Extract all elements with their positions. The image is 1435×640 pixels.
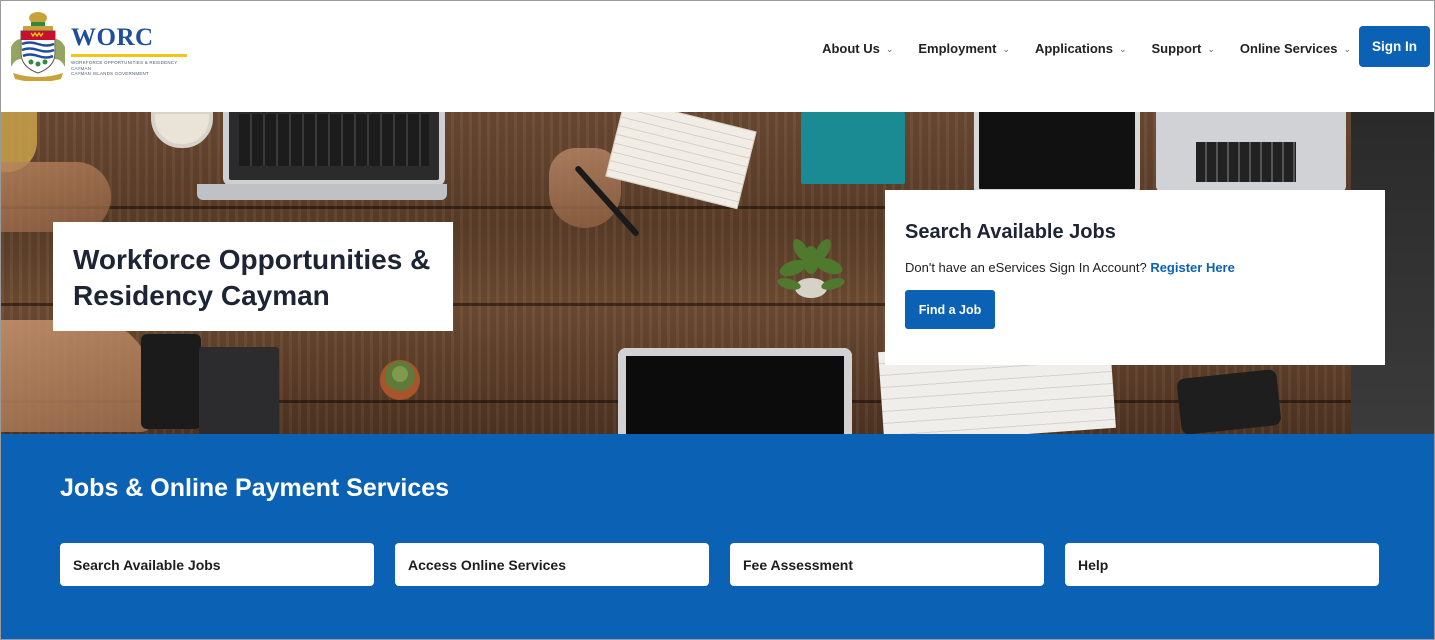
page-frame: WORC Workforce Opportunities & Residency…: [0, 0, 1435, 640]
nav-item-label: Online Services: [1239, 40, 1338, 56]
tile-access-online-services[interactable]: Access Online Services: [395, 543, 709, 586]
logo-subtitle-line1: Workforce Opportunities & Residency Caym…: [71, 60, 178, 71]
nav-support[interactable]: Support ⌄: [1152, 39, 1215, 57]
chevron-down-icon: ⌄: [1002, 43, 1010, 54]
search-jobs-heading: Search Available Jobs: [905, 221, 1116, 243]
register-here-link[interactable]: Register Here: [1150, 260, 1235, 275]
site-logo-link[interactable]: WORC Workforce Opportunities & Residency…: [9, 9, 189, 81]
sign-in-button[interactable]: Sign In: [1359, 26, 1430, 67]
logo-underline: [71, 54, 187, 57]
services-heading: Jobs & Online Payment Services: [60, 474, 450, 502]
nav-applications[interactable]: Applications ⌄: [1035, 39, 1127, 57]
hero-photo-detail: [1, 320, 151, 432]
nav-about-us[interactable]: About Us ⌄: [822, 39, 893, 57]
hero-photo-detail: [801, 112, 905, 184]
tile-search-available-jobs[interactable]: Search Available Jobs: [60, 543, 374, 586]
coat-of-arms-icon: [11, 12, 65, 81]
chevron-down-icon: ⌄: [1118, 43, 1127, 54]
hero-photo-detail: [223, 112, 445, 186]
site-header: WORC Workforce Opportunities & Residency…: [1, 1, 1434, 112]
chevron-down-icon: ⌄: [1343, 43, 1351, 54]
nav-item-label: Applications: [1034, 40, 1113, 56]
hero-photo-detail: [380, 360, 420, 400]
nav-item-label: Employment: [918, 40, 997, 56]
chevron-down-icon: ⌄: [885, 43, 894, 54]
tile-help[interactable]: Help: [1065, 543, 1379, 586]
hero-title-card: Workforce Opportunities & Residency Caym…: [53, 222, 453, 331]
search-jobs-card: Search Available Jobs Don't have an eSer…: [885, 190, 1385, 365]
tile-fee-assessment[interactable]: Fee Assessment: [730, 543, 1044, 586]
nav-online-services[interactable]: Online Services ⌄: [1240, 39, 1351, 57]
hero-photo-detail: [1176, 368, 1282, 434]
hero-title: Workforce Opportunities & Residency Caym…: [73, 244, 431, 311]
find-a-job-button[interactable]: Find a Job: [905, 290, 995, 329]
services-section: Jobs & Online Payment Services Search Av…: [1, 434, 1434, 639]
hero-banner: Workforce Opportunities & Residency Caym…: [1, 112, 1434, 434]
logo-subtitle: Workforce Opportunities & Residency Caym…: [71, 60, 191, 77]
register-prompt-text: Don't have an eServices Sign In Account?: [905, 260, 1147, 275]
services-tiles: Search Available Jobs Access Online Serv…: [60, 543, 1379, 586]
nav-item-label: About Us: [822, 40, 880, 56]
register-prompt: Don't have an eServices Sign In Account?…: [905, 260, 1365, 275]
hero-photo-detail: [777, 239, 845, 298]
logo-wordmark: WORC: [71, 24, 154, 51]
logo-subtitle-line2: Cayman Islands Government: [71, 71, 149, 77]
hero-photo-detail: [199, 347, 279, 434]
nav-employment[interactable]: Employment ⌄: [918, 39, 1010, 57]
hero-photo-detail: [141, 334, 201, 429]
hero-photo-detail: [197, 184, 447, 200]
chevron-down-icon: ⌄: [1207, 43, 1215, 54]
hero-photo-detail: [1156, 112, 1346, 192]
hero-photo-detail: [618, 348, 852, 434]
hero-photo-detail: [974, 112, 1140, 194]
nav-item-label: Support: [1151, 40, 1202, 56]
main-nav: About Us ⌄ Employment ⌄ Applications ⌄ S…: [797, 39, 1351, 57]
